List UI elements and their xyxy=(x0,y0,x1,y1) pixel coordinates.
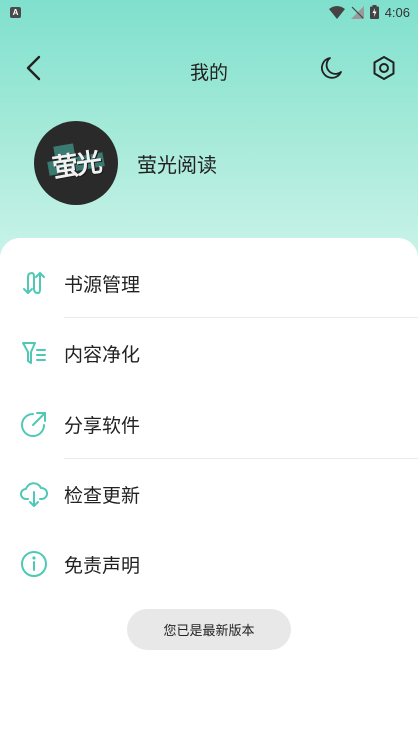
moon-icon xyxy=(318,55,344,85)
status-time: 4:06 xyxy=(384,4,410,20)
menu-item-disclaimer[interactable]: 免责声明 xyxy=(0,529,418,599)
swap-arrows-icon xyxy=(19,268,49,298)
profile-section: 萤光 萤光阅读 xyxy=(34,121,217,205)
avatar: 萤光 xyxy=(34,121,118,205)
menu-item-label: 分享软件 xyxy=(64,414,141,437)
toast-message: 您已是最新版本 xyxy=(127,609,291,650)
status-right: 4:06 xyxy=(328,4,410,20)
top-app-bar: 我的 xyxy=(0,46,418,94)
menu-item-source-management[interactable]: 书源管理 xyxy=(0,248,418,318)
app-name: 萤光阅读 xyxy=(137,152,217,177)
page-title: 我的 xyxy=(189,62,228,84)
filter-icon xyxy=(19,338,49,368)
menu-item-content-purify[interactable]: 内容净化 xyxy=(0,318,418,388)
info-icon xyxy=(19,549,49,579)
menu-item-label: 免责声明 xyxy=(64,554,141,577)
cloud-download-icon xyxy=(19,479,49,509)
night-mode-button[interactable] xyxy=(315,54,347,86)
status-bar: A 4:06 xyxy=(0,0,418,24)
menu-item-share-app[interactable]: 分享软件 xyxy=(0,389,418,459)
app-logo: 萤光 xyxy=(50,147,103,184)
menu-item-label: 书源管理 xyxy=(64,273,141,296)
share-icon xyxy=(19,409,49,439)
menu-item-label: 检查更新 xyxy=(64,484,141,507)
battery-charging-icon xyxy=(369,5,379,19)
settings-button[interactable] xyxy=(368,54,400,86)
gear-icon xyxy=(371,55,397,85)
menu-item-check-update[interactable]: 检查更新 xyxy=(0,459,418,529)
notification-app-icon: A xyxy=(10,6,21,18)
no-signal-icon xyxy=(350,5,364,19)
wifi-icon xyxy=(328,5,345,19)
status-left: A xyxy=(10,6,21,18)
menu-item-label: 内容净化 xyxy=(64,343,141,366)
